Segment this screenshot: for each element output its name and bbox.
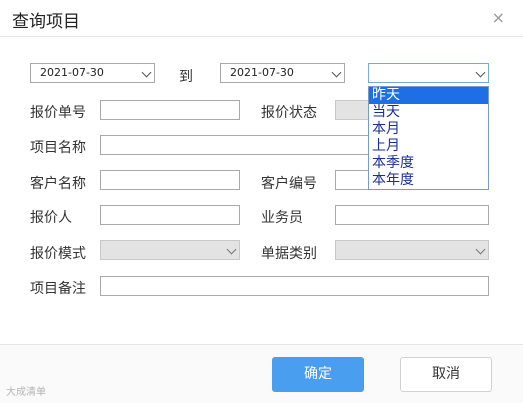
- chevron-down-icon: [475, 67, 486, 78]
- period-dropdown-list: 昨天 当天 本月 上月 本季度 本年度: [368, 86, 489, 190]
- end-date-value: 2021-07-30: [230, 66, 294, 79]
- watermark: 大成清单: [6, 387, 46, 398]
- salesperson-label: 业务员: [261, 210, 303, 226]
- quote-no-label: 报价单号: [30, 105, 86, 121]
- project-note-label: 项目备注: [30, 281, 86, 297]
- end-date-select[interactable]: 2021-07-30: [220, 63, 345, 83]
- customer-name-input[interactable]: [100, 170, 240, 190]
- period-option-this-quarter[interactable]: 本季度: [369, 155, 488, 172]
- start-date-value: 2021-07-30: [40, 66, 104, 79]
- quote-mode-select[interactable]: [100, 240, 240, 260]
- cancel-button[interactable]: 取消: [400, 357, 492, 392]
- chevron-down-icon: [141, 67, 152, 78]
- query-project-dialog: 查询项目 × 2021-07-30 到 2021-07-30 报价单号 报价状态…: [0, 0, 523, 403]
- quote-mode-label: 报价模式: [30, 246, 86, 262]
- chevron-down-icon: [475, 244, 486, 255]
- date-range-separator: 到: [179, 69, 193, 85]
- period-option-this-month[interactable]: 本月: [369, 121, 488, 138]
- period-option-yesterday[interactable]: 昨天: [369, 87, 488, 104]
- quote-no-input[interactable]: [100, 100, 240, 120]
- project-note-input[interactable]: [100, 276, 489, 296]
- period-option-today[interactable]: 当天: [369, 104, 488, 121]
- chevron-down-icon: [226, 244, 237, 255]
- quoter-label: 报价人: [30, 210, 72, 226]
- ok-button[interactable]: 确定: [272, 357, 364, 392]
- dialog-titlebar: 查询项目 ×: [0, 0, 523, 37]
- period-select[interactable]: [368, 63, 489, 83]
- customer-no-label: 客户编号: [261, 176, 317, 192]
- chevron-down-icon: [331, 67, 342, 78]
- customer-name-label: 客户名称: [30, 176, 86, 192]
- quote-status-label: 报价状态: [261, 105, 317, 121]
- period-option-last-month[interactable]: 上月: [369, 138, 488, 155]
- doc-type-label: 单据类别: [261, 246, 317, 262]
- dialog-title: 查询项目: [12, 12, 80, 32]
- project-name-label: 项目名称: [30, 140, 86, 156]
- period-option-this-year[interactable]: 本年度: [369, 172, 488, 189]
- start-date-select[interactable]: 2021-07-30: [30, 63, 155, 83]
- doc-type-select[interactable]: [335, 240, 489, 260]
- salesperson-input[interactable]: [335, 205, 489, 225]
- quoter-input[interactable]: [100, 205, 240, 225]
- close-icon[interactable]: ×: [492, 8, 505, 27]
